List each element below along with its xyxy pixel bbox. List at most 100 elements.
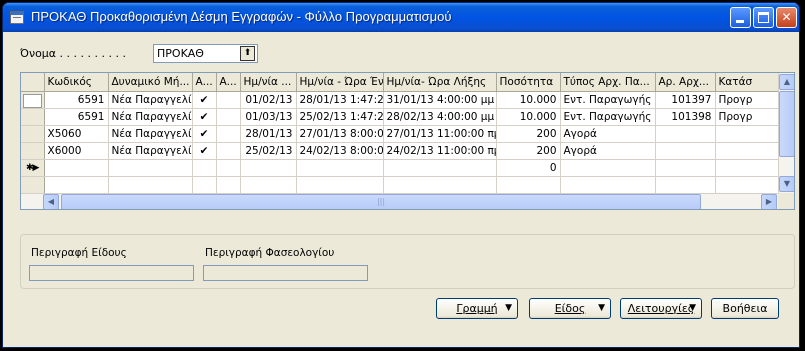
title-bar[interactable]: ΠΡΟΚΑΘ Προκαθορισμένη Δέσμη Εγγραφών - Φ… (3, 3, 799, 32)
cell-code[interactable]: 6591 (44, 91, 109, 109)
col-header-end[interactable]: Ημ/νία- Ώρα Λήξης (383, 73, 497, 92)
cell-qty[interactable]: 200 (496, 142, 561, 160)
lookup-button[interactable]: ⬆ (240, 46, 255, 61)
close-button[interactable]: ✕ (776, 7, 797, 28)
minimize-icon (736, 20, 744, 23)
cell-status[interactable] (715, 125, 779, 143)
cell-doc-no[interactable] (655, 159, 716, 177)
cell-a2[interactable] (216, 91, 241, 109)
cell-doc-type[interactable]: Αγορά (560, 125, 656, 143)
cell-status[interactable] (715, 159, 779, 177)
col-header-start[interactable]: Ημ/νία - Ώρα Έναρξης (296, 73, 384, 92)
cell-doc-no[interactable]: 101398 (655, 108, 716, 126)
col-header-a2[interactable]: Α... (216, 73, 241, 92)
cell-code[interactable]: 6591 (44, 108, 109, 126)
help-button-label: Βοήθεια (722, 302, 768, 315)
cell-end[interactable]: 24/02/13 11:00:00 πμ (383, 142, 497, 160)
cell-a1[interactable] (192, 159, 217, 177)
col-header-code[interactable]: Κωδικός (44, 73, 109, 92)
table-row[interactable]: 6591 Νέα Παραγγελία ✔ 01/03/13 25/02/13 … (21, 108, 779, 126)
cell-end[interactable]: 27/01/13 11:00:00 πμ (383, 125, 497, 143)
col-header-date[interactable]: Ημ/νία ... (240, 73, 297, 92)
row-selector[interactable] (21, 125, 45, 143)
horizontal-scroll-thumb[interactable]: ||| (61, 194, 701, 209)
row-selector[interactable] (21, 142, 45, 160)
cell-start[interactable]: 25/02/13 1:47:25 μμ (296, 108, 384, 126)
col-header-qty[interactable]: Ποσότητα (496, 73, 561, 92)
maximize-button[interactable] (753, 7, 774, 28)
vertical-scroll-thumb[interactable] (779, 91, 794, 157)
cell-a2[interactable] (216, 159, 241, 177)
cell-a2[interactable] (216, 125, 241, 143)
cell-date[interactable]: 25/02/13 (240, 142, 297, 160)
col-header-status[interactable]: Κατάσ (715, 73, 779, 92)
table-row[interactable]: 6591 Νέα Παραγγελία ✔ 01/02/13 28/01/13 … (21, 91, 779, 109)
line-menu-button[interactable]: Γραμμή ▼ (436, 298, 518, 319)
scroll-up-icon[interactable]: ▲ (779, 74, 794, 90)
col-header-a1[interactable]: Α... (192, 73, 217, 92)
cell-a2[interactable] (216, 108, 241, 126)
col-header-type[interactable]: Δυναμικό Μή... (108, 73, 193, 92)
cell-type[interactable]: Νέα Παραγγελία (108, 91, 193, 109)
cell-type[interactable]: Νέα Παραγγελία (108, 142, 193, 160)
cell-start[interactable] (296, 159, 384, 177)
row-selector[interactable] (21, 108, 45, 126)
cell-qty[interactable]: 10.000 (496, 91, 561, 109)
col-header-doc-no[interactable]: Αρ. Αρχ... (655, 73, 716, 92)
col-header-doc-type[interactable]: Τύπος Αρχ. Πα... (560, 73, 656, 92)
cell-date[interactable]: 28/01/13 (240, 125, 297, 143)
cell-doc-type[interactable]: Εντ. Παραγωγής (560, 91, 656, 109)
check-icon[interactable]: ✔ (192, 125, 217, 143)
worksheet-grid: Κωδικός Δυναμικό Μή... Α... Α... Ημ/νία … (20, 72, 795, 210)
cell-type[interactable] (108, 159, 193, 177)
cell-doc-no[interactable] (655, 142, 716, 160)
functions-button-label: Λειτουργίες (627, 302, 695, 315)
minimize-button[interactable] (730, 7, 751, 28)
cell-status[interactable]: Προγρ (715, 91, 779, 109)
cell-type[interactable]: Νέα Παραγγελία (108, 108, 193, 126)
scroll-down-icon[interactable]: ▼ (779, 176, 794, 192)
new-row[interactable]: ✱▶ 0 (21, 159, 779, 177)
row-selector-header[interactable] (21, 73, 45, 92)
cell-date[interactable]: 01/02/13 (240, 91, 297, 109)
cell-doc-type[interactable]: Αγορά (560, 142, 656, 160)
cell-start[interactable]: 24/02/13 8:00:00 πμ (296, 142, 384, 160)
cell-doc-type[interactable]: Εντ. Παραγωγής (560, 108, 656, 126)
cell-start[interactable]: 28/01/13 1:47:25 μμ (296, 91, 384, 109)
scroll-right-icon[interactable]: ▶ (761, 194, 777, 209)
check-icon[interactable]: ✔ (192, 108, 217, 126)
vertical-scrollbar[interactable]: ▲ ▼ (778, 73, 794, 193)
cell-doc-type[interactable] (560, 159, 656, 177)
cell-date[interactable]: 01/03/13 (240, 108, 297, 126)
new-row-marker-icon[interactable]: ✱▶ (21, 159, 45, 177)
horizontal-scrollbar[interactable]: ◀ ||| ▶ (21, 193, 778, 209)
name-label: Όνομα . . . . . . . . . . (20, 47, 126, 60)
cell-code[interactable]: X6000 (44, 142, 109, 160)
cell-qty[interactable]: 0 (496, 159, 561, 177)
cell-code[interactable]: X5060 (44, 125, 109, 143)
functions-menu-button[interactable]: Λειτουργίες ▼ (620, 298, 702, 319)
help-button[interactable]: Βοήθεια (711, 298, 779, 319)
cell-a2[interactable] (216, 142, 241, 160)
form-icon (10, 11, 24, 24)
scroll-left-icon[interactable]: ◀ (43, 194, 59, 209)
check-icon[interactable]: ✔ (192, 91, 217, 109)
row-selector[interactable] (21, 91, 45, 109)
cell-type[interactable]: Νέα Παραγγελία (108, 125, 193, 143)
cell-end[interactable]: 28/02/13 4:00:00 μμ (383, 108, 497, 126)
cell-qty[interactable]: 10.000 (496, 108, 561, 126)
check-icon[interactable]: ✔ (192, 142, 217, 160)
cell-doc-no[interactable]: 101397 (655, 91, 716, 109)
cell-qty[interactable]: 200 (496, 125, 561, 143)
cell-date[interactable] (240, 159, 297, 177)
cell-status[interactable]: Προγρ (715, 108, 779, 126)
cell-doc-no[interactable] (655, 125, 716, 143)
cell-start[interactable]: 27/01/13 8:00:00 πμ (296, 125, 384, 143)
cell-end[interactable] (383, 159, 497, 177)
item-menu-button[interactable]: Είδος ▼ (529, 298, 611, 319)
cell-end[interactable]: 31/01/13 4:00:00 μμ (383, 91, 497, 109)
cell-code[interactable] (44, 159, 109, 177)
cell-status[interactable] (715, 142, 779, 160)
table-row[interactable]: X6000 Νέα Παραγγελία ✔ 25/02/13 24/02/13… (21, 142, 779, 160)
table-row[interactable]: X5060 Νέα Παραγγελία ✔ 28/01/13 27/01/13… (21, 125, 779, 143)
